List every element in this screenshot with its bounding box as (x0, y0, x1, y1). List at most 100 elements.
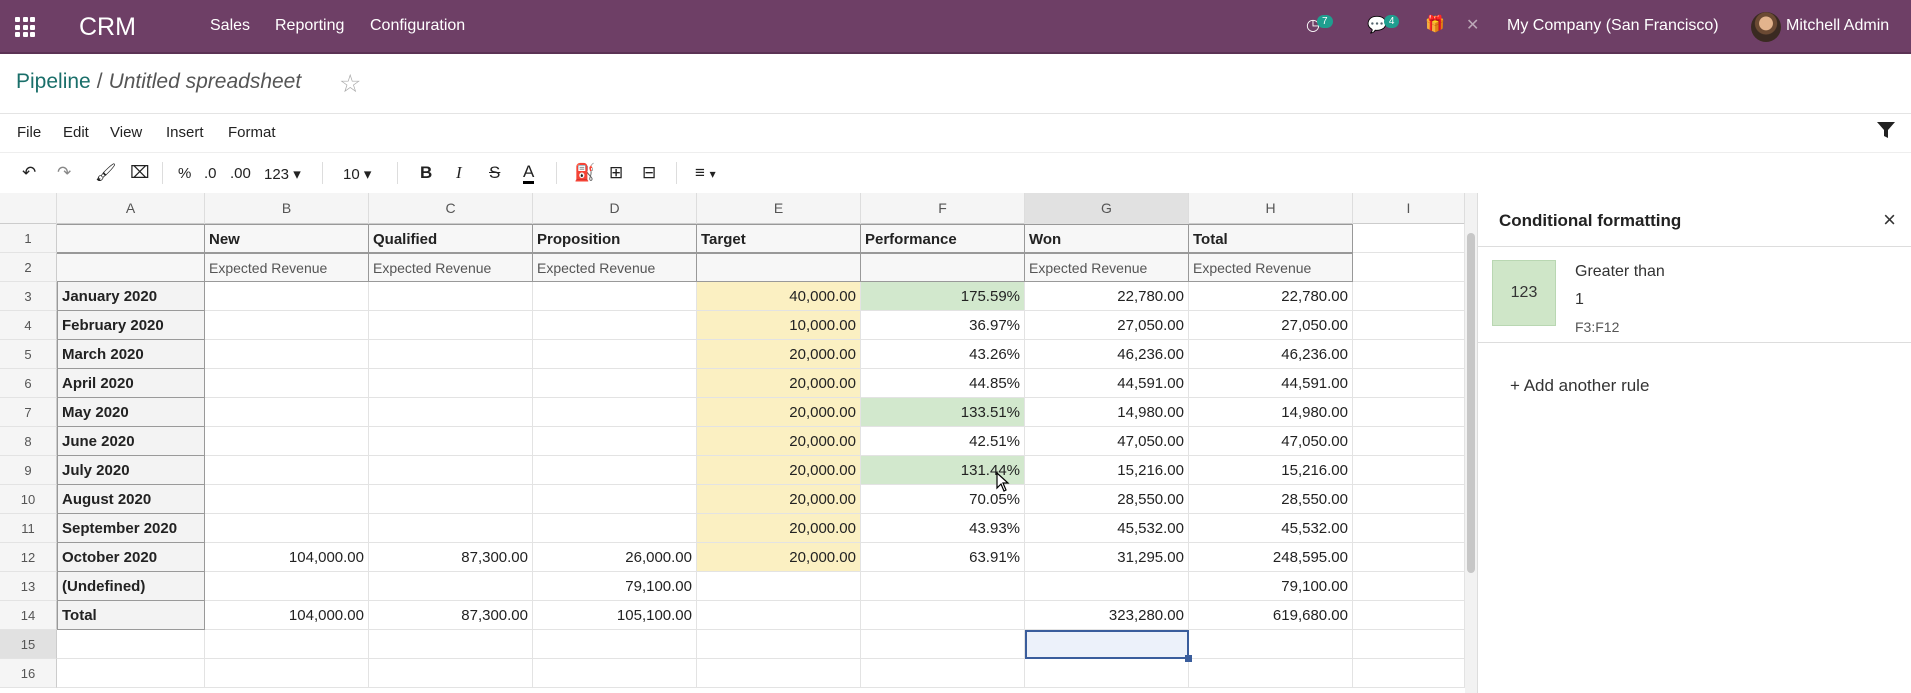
cell-g8[interactable]: 47,050.00 (1025, 427, 1189, 456)
cell-c13[interactable] (369, 572, 533, 601)
close-icon[interactable]: × (1883, 207, 1896, 233)
row-header-9[interactable]: 9 (0, 456, 57, 485)
cell-d14[interactable]: 105,100.00 (533, 601, 697, 630)
cell-b13[interactable] (205, 572, 369, 601)
cell-d6[interactable] (533, 369, 697, 398)
undo-icon[interactable]: ↶ (22, 163, 36, 183)
cell-e6[interactable]: 20,000.00 (697, 369, 861, 398)
column-header-h[interactable]: H (1189, 193, 1353, 224)
text-color-button[interactable]: A (523, 163, 535, 184)
cell-a16[interactable] (57, 659, 205, 688)
cell-h2[interactable]: Expected Revenue (1189, 253, 1353, 282)
row-header-16[interactable]: 16 (0, 659, 57, 688)
cell-g12[interactable]: 31,295.00 (1025, 543, 1189, 572)
cell-c1[interactable]: Qualified (369, 224, 533, 253)
cell-i13[interactable] (1353, 572, 1465, 601)
row-header-3[interactable]: 3 (0, 282, 57, 311)
cell-b6[interactable] (205, 369, 369, 398)
cell-c16[interactable] (369, 659, 533, 688)
cell-a5[interactable]: March 2020 (57, 340, 205, 369)
cell-g5[interactable]: 46,236.00 (1025, 340, 1189, 369)
row-header-7[interactable]: 7 (0, 398, 57, 427)
clear-format-icon[interactable]: ⌧ (130, 163, 150, 183)
cell-e1[interactable]: Target (697, 224, 861, 253)
cell-e15[interactable] (697, 630, 861, 659)
cell-i10[interactable] (1353, 485, 1465, 514)
cell-b16[interactable] (205, 659, 369, 688)
cell-f4[interactable]: 36.97% (861, 311, 1025, 340)
cell-h4[interactable]: 27,050.00 (1189, 311, 1353, 340)
cell-f2[interactable] (861, 253, 1025, 282)
row-header-10[interactable]: 10 (0, 485, 57, 514)
decrease-decimals-button[interactable]: .0 (204, 165, 217, 182)
cell-a12[interactable]: October 2020 (57, 543, 205, 572)
cell-h13[interactable]: 79,100.00 (1189, 572, 1353, 601)
cell-h3[interactable]: 22,780.00 (1189, 282, 1353, 311)
column-header-f[interactable]: F (861, 193, 1025, 224)
cell-f7[interactable]: 133.51% (861, 398, 1025, 427)
cell-g14[interactable]: 323,280.00 (1025, 601, 1189, 630)
cell-g16[interactable] (1025, 659, 1189, 688)
cell-a2[interactable] (57, 253, 205, 282)
row-header-5[interactable]: 5 (0, 340, 57, 369)
cell-c6[interactable] (369, 369, 533, 398)
filter-icon[interactable] (1876, 120, 1896, 140)
cell-d9[interactable] (533, 456, 697, 485)
row-header-1[interactable]: 1 (0, 224, 57, 253)
row-header-15[interactable]: 15 (0, 630, 57, 659)
cell-e9[interactable]: 20,000.00 (697, 456, 861, 485)
menu-insert[interactable]: Insert (166, 124, 204, 141)
cell-h16[interactable] (1189, 659, 1353, 688)
cell-i6[interactable] (1353, 369, 1465, 398)
column-header-a[interactable]: A (57, 193, 205, 224)
cell-f15[interactable] (861, 630, 1025, 659)
cell-e8[interactable]: 20,000.00 (697, 427, 861, 456)
italic-button[interactable]: I (456, 163, 462, 183)
row-header-14[interactable]: 14 (0, 601, 57, 630)
cell-i5[interactable] (1353, 340, 1465, 369)
selected-cell[interactable] (1025, 630, 1189, 659)
cell-d5[interactable] (533, 340, 697, 369)
cell-g2[interactable]: Expected Revenue (1025, 253, 1189, 282)
cell-i1[interactable] (1353, 224, 1465, 253)
cell-h6[interactable]: 44,591.00 (1189, 369, 1353, 398)
cell-c4[interactable] (369, 311, 533, 340)
percent-format-button[interactable]: % (178, 165, 191, 182)
menu-edit[interactable]: Edit (63, 124, 89, 141)
gift-icon[interactable]: 🎁 (1425, 14, 1445, 34)
cell-f11[interactable]: 43.93% (861, 514, 1025, 543)
cell-i16[interactable] (1353, 659, 1465, 688)
cell-c12[interactable]: 87,300.00 (369, 543, 533, 572)
cell-h8[interactable]: 47,050.00 (1189, 427, 1353, 456)
cell-d7[interactable] (533, 398, 697, 427)
cell-f3[interactable]: 175.59% (861, 282, 1025, 311)
number-format-dropdown[interactable]: 123 ▾ (264, 165, 301, 183)
cell-a4[interactable]: February 2020 (57, 311, 205, 340)
font-size-dropdown[interactable]: 10 ▾ (343, 165, 371, 183)
cell-i8[interactable] (1353, 427, 1465, 456)
cell-c7[interactable] (369, 398, 533, 427)
cell-h11[interactable]: 45,532.00 (1189, 514, 1353, 543)
cell-c9[interactable] (369, 456, 533, 485)
cell-a10[interactable]: August 2020 (57, 485, 205, 514)
add-rule-button[interactable]: + Add another rule (1510, 376, 1649, 396)
row-header-8[interactable]: 8 (0, 427, 57, 456)
cell-e4[interactable]: 10,000.00 (697, 311, 861, 340)
cell-i7[interactable] (1353, 398, 1465, 427)
borders-icon[interactable]: ⊞ (609, 163, 623, 183)
nav-configuration[interactable]: Configuration (370, 17, 465, 35)
redo-icon[interactable]: ↷ (57, 163, 71, 183)
cell-d10[interactable] (533, 485, 697, 514)
cell-b15[interactable] (205, 630, 369, 659)
column-header-g[interactable]: G (1025, 193, 1189, 224)
column-header-d[interactable]: D (533, 193, 697, 224)
cell-b7[interactable] (205, 398, 369, 427)
cell-i3[interactable] (1353, 282, 1465, 311)
cell-h15[interactable] (1189, 630, 1353, 659)
user-menu[interactable]: Mitchell Admin (1786, 17, 1889, 35)
tools-icon[interactable]: ✕ (1466, 15, 1479, 35)
row-header-4[interactable]: 4 (0, 311, 57, 340)
cell-f13[interactable] (861, 572, 1025, 601)
cell-f14[interactable] (861, 601, 1025, 630)
cell-g6[interactable]: 44,591.00 (1025, 369, 1189, 398)
